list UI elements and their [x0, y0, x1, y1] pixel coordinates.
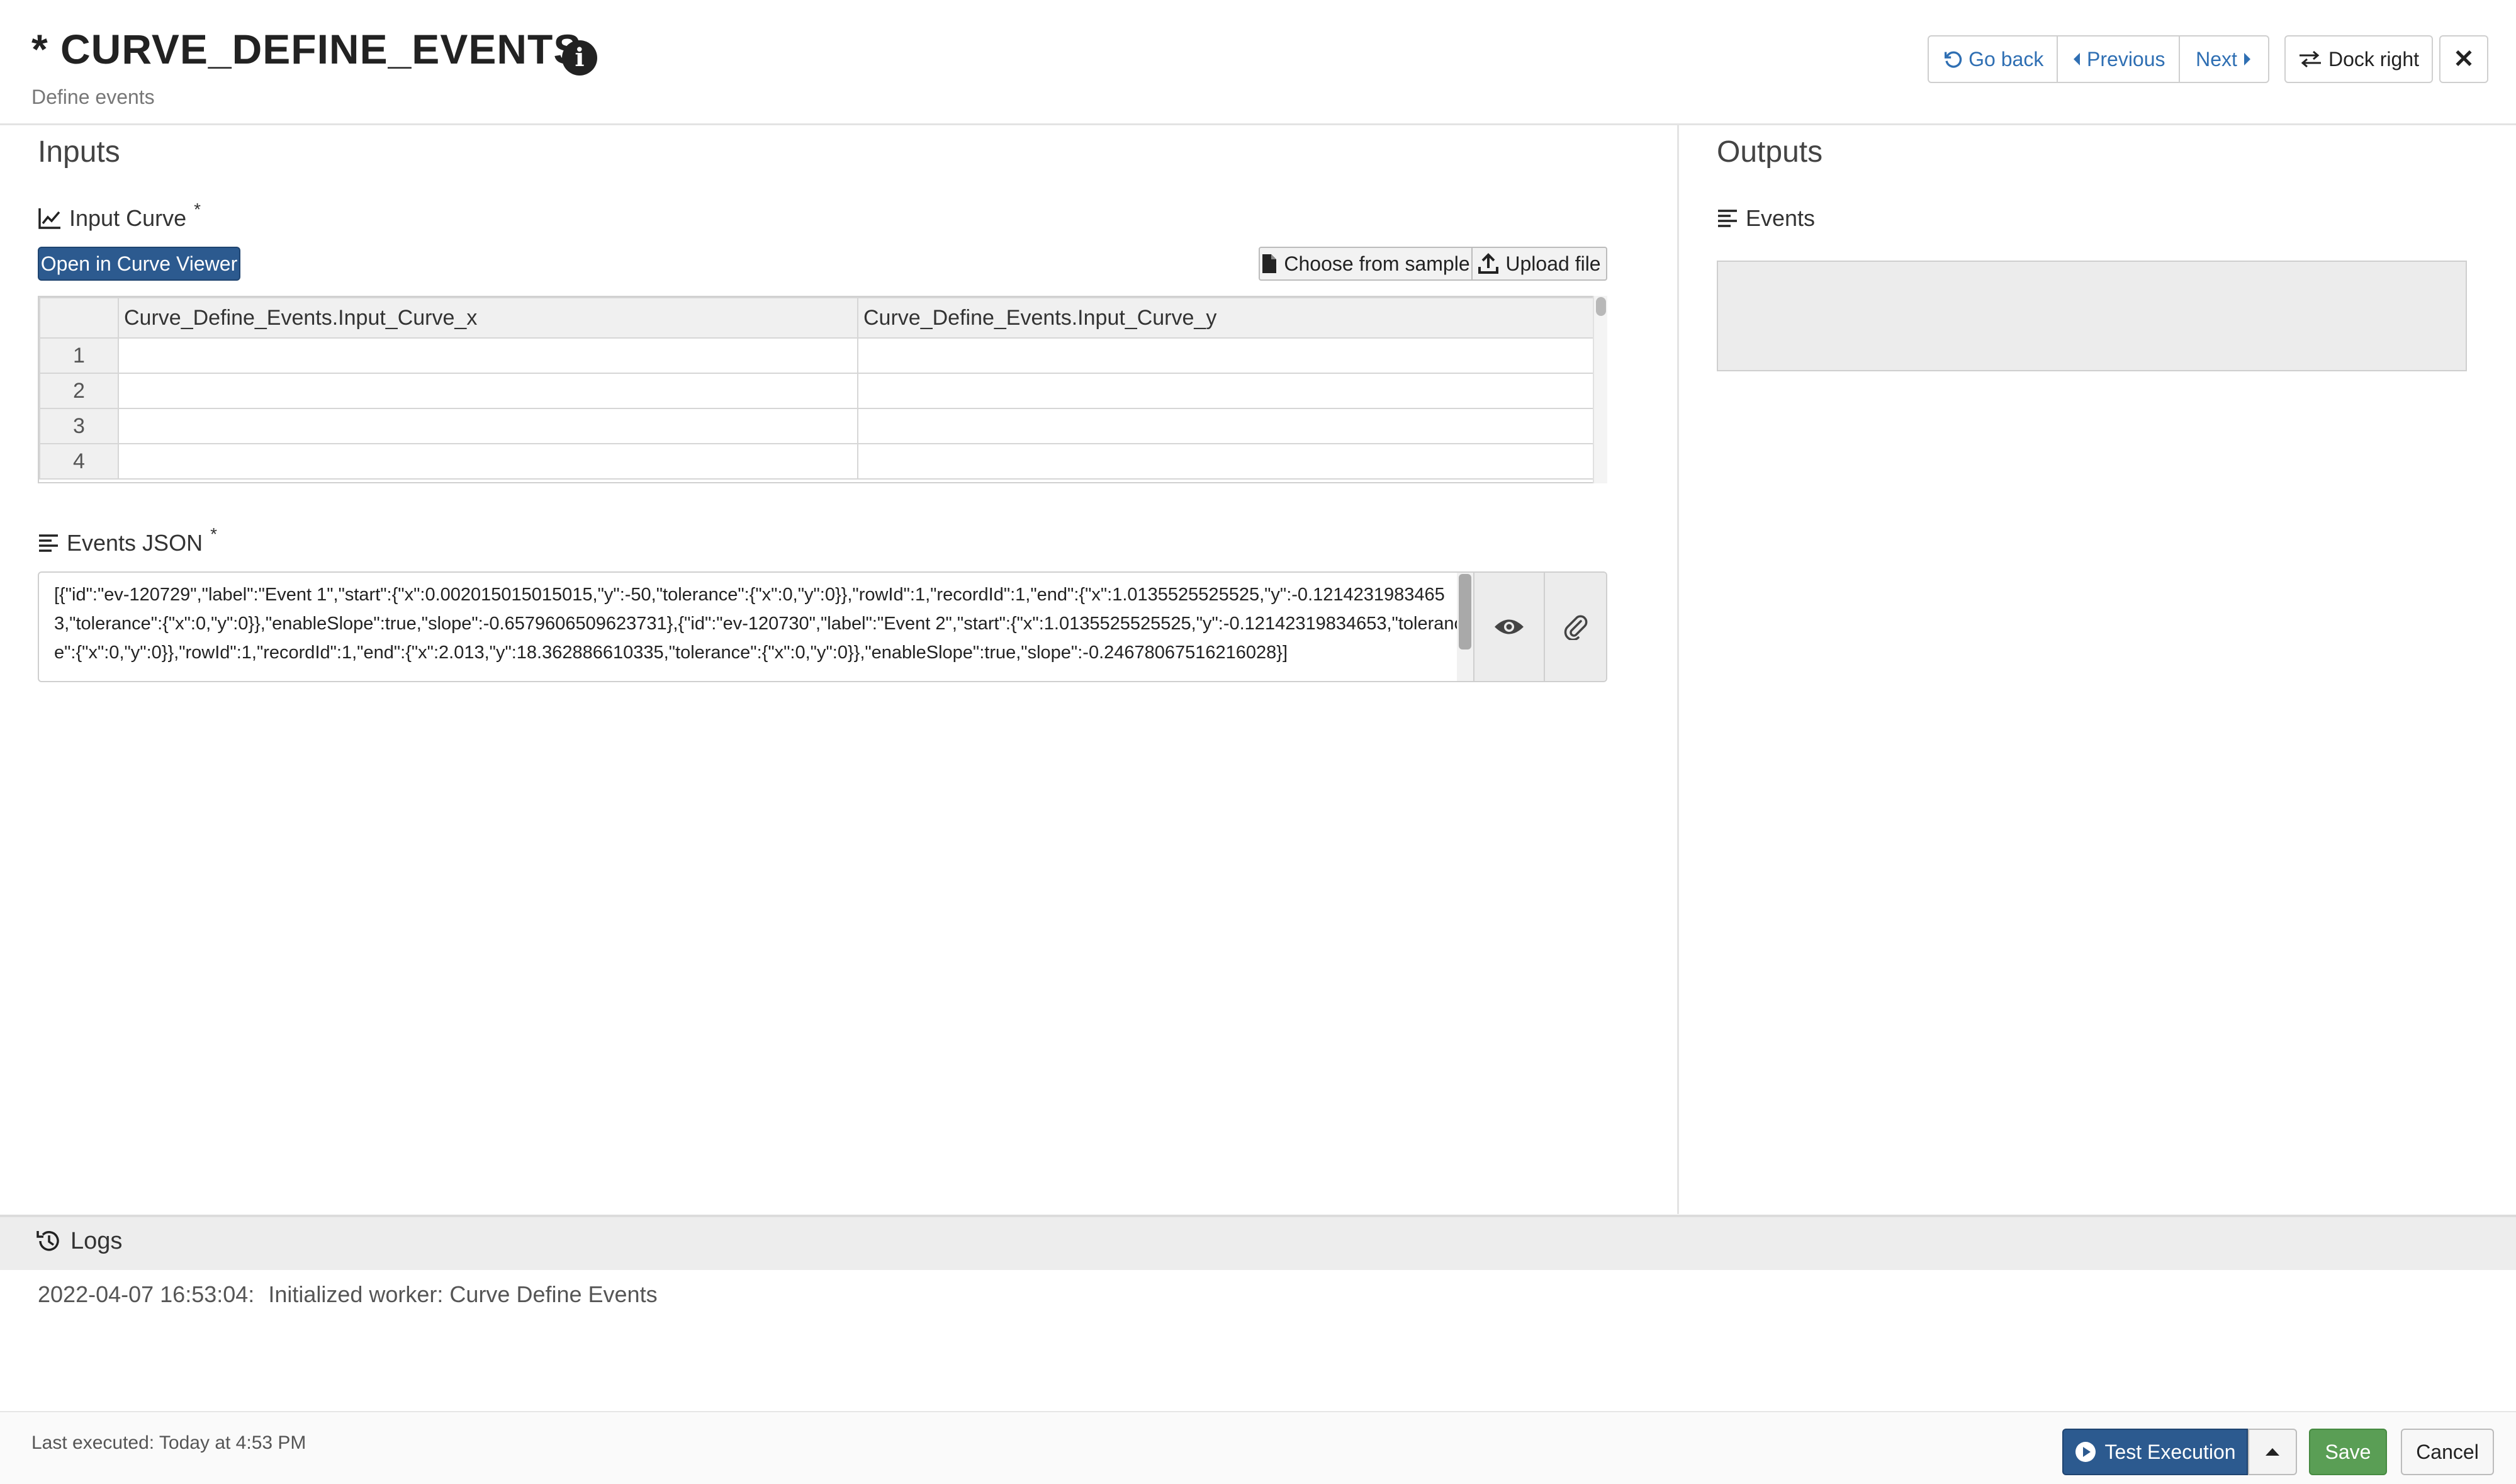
table-cell[interactable]: [857, 408, 1597, 444]
table-cell[interactable]: [857, 443, 1597, 480]
next-button[interactable]: Next: [2180, 37, 2268, 82]
events-json-value[interactable]: [{"id":"ev-120729","label":"Event 1","st…: [54, 580, 1464, 667]
close-icon: ✕: [2453, 45, 2474, 73]
choose-from-sample-label: Choose from sample: [1284, 252, 1470, 275]
page-subtitle: Define events: [31, 86, 155, 108]
history-icon: [37, 1231, 59, 1251]
table-scrollbar[interactable]: [1593, 296, 1607, 483]
logs-label: Logs: [35, 1227, 122, 1255]
row-number: 4: [39, 443, 119, 480]
row-number-header: [39, 297, 119, 339]
required-mark: *: [210, 524, 217, 544]
caret-up-icon: [2266, 1448, 2279, 1456]
row-number: 2: [39, 373, 119, 409]
header-divider: [0, 123, 2516, 125]
events-output-box: [1717, 261, 2467, 371]
caret-left-icon: [2074, 53, 2081, 65]
paperclip-icon: [1564, 615, 1588, 640]
previous-button[interactable]: Previous: [2058, 37, 2181, 82]
events-json-label: Events JSON *: [38, 524, 217, 556]
align-left-icon: [39, 534, 58, 552]
table-cell[interactable]: [857, 337, 1597, 374]
log-message: Initialized worker: Curve Define Events: [268, 1281, 658, 1307]
align-left-icon: [1718, 210, 1737, 227]
upload-file-button[interactable]: Upload file: [1471, 247, 1607, 281]
undo-icon: [1945, 51, 1962, 68]
page-title: * CURVE_DEFINE_EVENTS: [31, 26, 582, 72]
next-label: Next: [2196, 47, 2237, 70]
swap-arrows-icon: [2299, 50, 2321, 68]
save-button[interactable]: Save: [2309, 1429, 2387, 1475]
events-json-field[interactable]: [{"id":"ev-120729","label":"Event 1","st…: [38, 571, 1607, 682]
json-scrollbar-thumb[interactable]: [1459, 574, 1471, 649]
json-scrollbar[interactable]: [1457, 573, 1473, 681]
go-back-button[interactable]: Go back: [1929, 37, 2058, 82]
last-executed-text: Last executed: Today at 4:53 PM: [31, 1432, 306, 1453]
play-circle-icon: [2075, 1442, 2096, 1462]
dock-right-label: Dock right: [2328, 47, 2420, 70]
logs-heading: Logs: [70, 1227, 123, 1254]
dock-right-button[interactable]: Dock right: [2284, 35, 2433, 83]
previous-label: Previous: [2087, 47, 2165, 70]
table-row: 1: [39, 337, 1597, 374]
outputs-heading: Outputs: [1717, 135, 1823, 169]
upload-icon: [1478, 253, 1499, 274]
line-chart-icon: [38, 208, 60, 229]
close-button[interactable]: ✕: [2439, 35, 2488, 83]
events-output-text: Events: [1746, 205, 1816, 231]
table-header-row: Curve_Define_Events.Input_Curve_x Curve_…: [39, 297, 1597, 339]
test-execution-button[interactable]: Test Execution: [2062, 1429, 2248, 1475]
caret-right-icon: [2244, 53, 2250, 65]
attach-button[interactable]: [1544, 573, 1606, 681]
table-row: 2: [39, 373, 1597, 409]
log-time: 2022-04-07 16:53:04:: [38, 1281, 255, 1307]
required-mark: *: [194, 200, 201, 219]
test-options-toggle[interactable]: [2248, 1429, 2297, 1475]
row-number: 3: [39, 408, 119, 444]
log-entry: 2022-04-07 16:53:04: Initialized worker:…: [38, 1281, 658, 1308]
test-execution-label: Test Execution: [2104, 1440, 2236, 1463]
table-row: 3: [39, 408, 1597, 444]
events-output-label: Events: [1717, 205, 1815, 232]
choose-from-sample-button[interactable]: Choose from sample: [1259, 247, 1473, 281]
upload-file-label: Upload file: [1505, 252, 1601, 275]
open-curve-viewer-button[interactable]: Open in Curve Viewer: [38, 247, 240, 281]
table-cell[interactable]: [118, 373, 858, 409]
navigation-button-group: Go back Previous Next: [1928, 35, 2269, 83]
logs-header[interactable]: Logs: [0, 1215, 2516, 1270]
table-row: 4: [39, 443, 1597, 480]
table-cell[interactable]: [857, 373, 1597, 409]
cancel-button[interactable]: Cancel: [2401, 1429, 2494, 1475]
input-curve-label: Input Curve *: [38, 200, 201, 232]
file-icon: [1262, 254, 1277, 273]
table-scrollbar-thumb[interactable]: [1596, 297, 1606, 316]
input-curve-table: Curve_Define_Events.Input_Curve_x Curve_…: [38, 296, 1607, 483]
eye-icon: [1495, 619, 1524, 634]
input-curve-text: Input Curve: [69, 205, 187, 231]
events-json-text: Events JSON: [67, 530, 203, 556]
info-icon[interactable]: i: [562, 40, 597, 76]
column-header-x[interactable]: Curve_Define_Events.Input_Curve_x: [118, 297, 858, 339]
preview-button[interactable]: [1473, 573, 1544, 681]
row-number: 1: [39, 337, 119, 374]
go-back-label: Go back: [1968, 47, 2044, 70]
inputs-heading: Inputs: [38, 135, 120, 169]
table-cell[interactable]: [118, 337, 858, 374]
table-cell[interactable]: [118, 443, 858, 480]
column-header-y[interactable]: Curve_Define_Events.Input_Curve_y: [857, 297, 1597, 339]
panel-divider: [1677, 125, 1679, 1214]
table-cell[interactable]: [118, 408, 858, 444]
